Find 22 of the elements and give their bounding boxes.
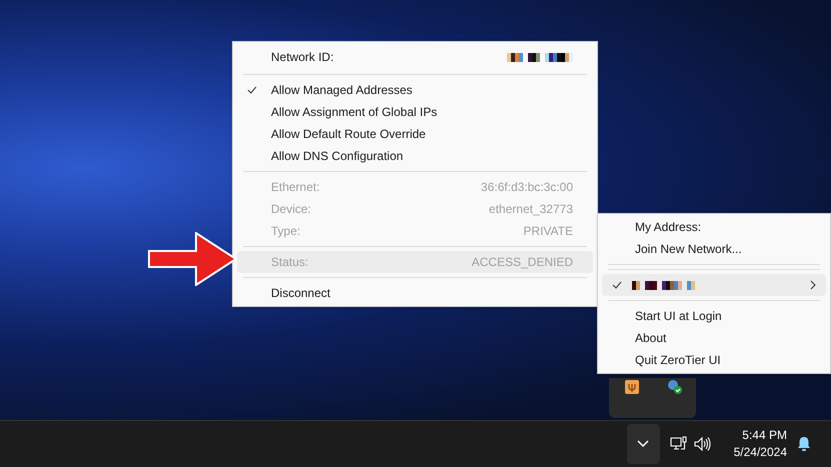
clock-time[interactable]: 5:44 PM (742, 427, 787, 444)
pixelated-network-id (632, 280, 695, 290)
menu-item[interactable]: Allow Assignment of Global IPs (233, 101, 597, 123)
menu-item[interactable]: Join New Network... (598, 238, 830, 260)
menu-item[interactable]: My Address: (598, 216, 830, 238)
chevron-icon (637, 440, 650, 448)
speaker-icon[interactable] (694, 437, 712, 451)
menu-item[interactable]: About (598, 327, 830, 349)
menu-item[interactable]: Allow Default Route Override (233, 123, 597, 145)
pixelated-network-id (507, 52, 573, 62)
disconnect-menu-item[interactable]: Disconnect (233, 282, 597, 304)
menu-item[interactable]: Quit ZeroTier UI (598, 349, 830, 371)
menu-item[interactable]: Allow DNS Configuration (233, 145, 597, 167)
menu-label: Network ID: (271, 49, 334, 66)
app-icon[interactable] (625, 380, 639, 394)
clock-date[interactable]: 5/24/2024 (734, 444, 787, 461)
menu-item[interactable]: Start UI at Login (598, 305, 830, 327)
chevron-right-icon (810, 280, 816, 290)
menu-item[interactable]: Allow Managed Addresses (233, 79, 597, 101)
network-submenu-item[interactable] (602, 274, 826, 296)
network-icon[interactable] (670, 436, 688, 452)
notification-bell-icon[interactable] (797, 436, 811, 452)
